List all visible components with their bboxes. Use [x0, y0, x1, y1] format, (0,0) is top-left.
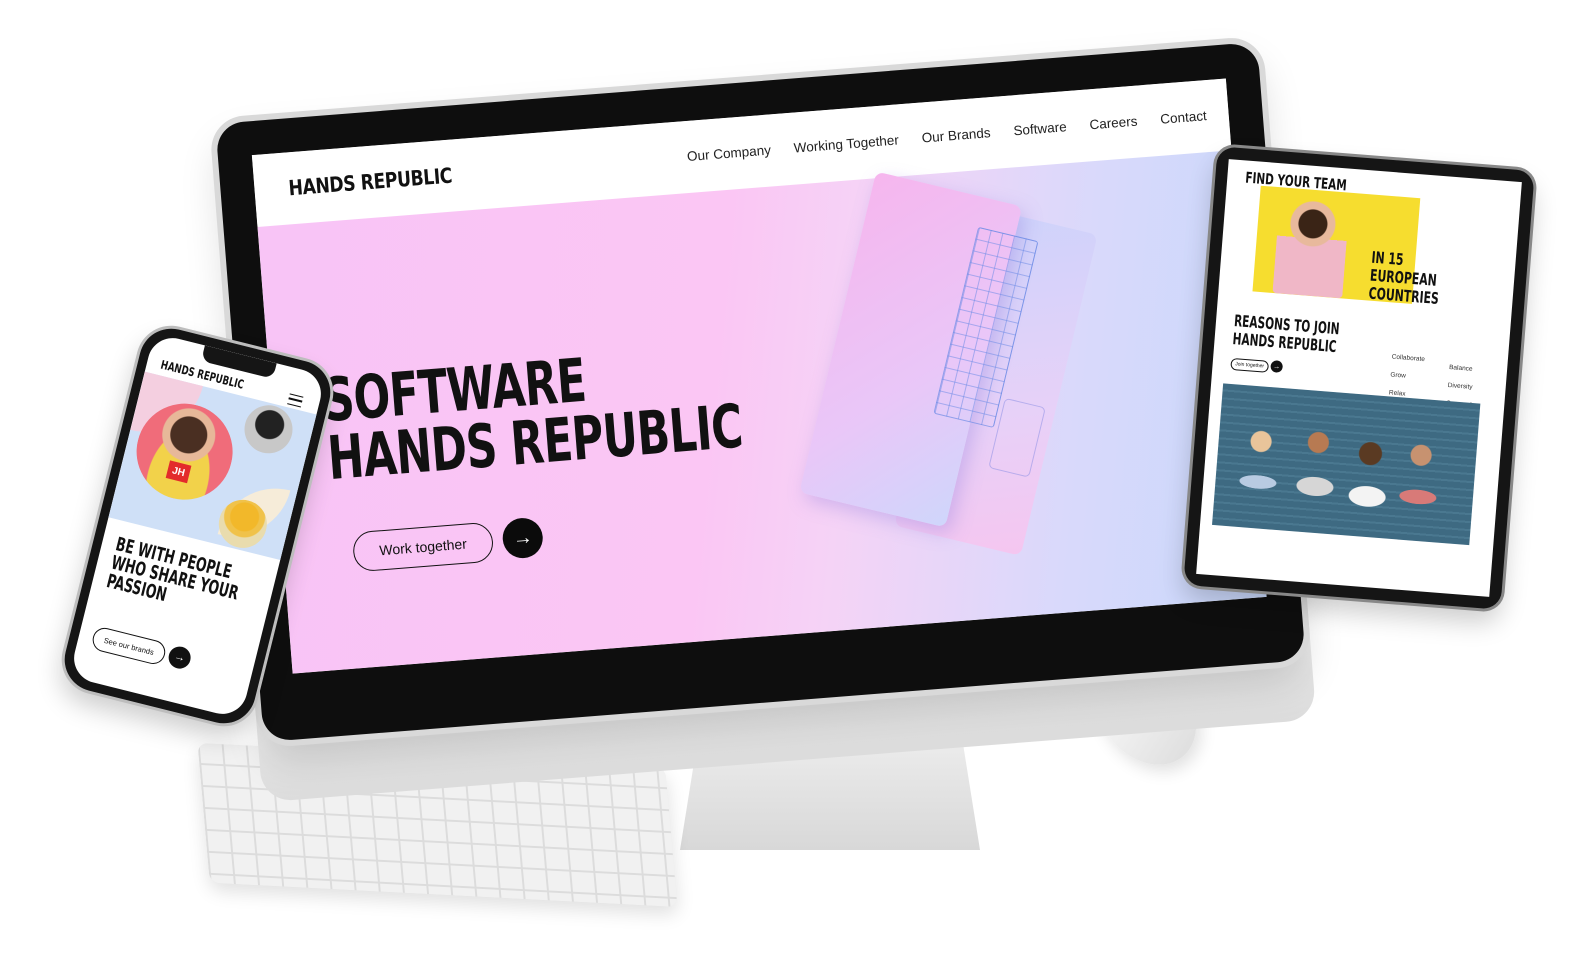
tablet-countries: IN 15 EUROPEAN COUNTRIES — [1368, 248, 1470, 311]
nav-contact[interactable]: Contact — [1160, 108, 1208, 127]
main-nav: Our Company Working Together Our Brands … — [686, 108, 1207, 164]
desktop-monitor: HANDS REPUBLIC Our Company Working Toget… — [215, 41, 1317, 803]
tablet-join-button[interactable]: Join together — [1230, 357, 1270, 373]
nav-our-company[interactable]: Our Company — [686, 142, 771, 164]
arrow-right-icon[interactable]: → — [501, 516, 545, 560]
reason-item: Diversity — [1447, 381, 1473, 391]
work-together-button[interactable]: Work together — [351, 521, 495, 573]
arrow-right-icon[interactable]: → — [1270, 360, 1284, 373]
desktop-screen: HANDS REPUBLIC Our Company Working Toget… — [251, 78, 1267, 674]
nav-our-brands[interactable]: Our Brands — [921, 125, 991, 145]
laptop-illustration — [792, 171, 1100, 576]
see-our-brands-button[interactable]: See our brands — [90, 625, 168, 667]
site-logo[interactable]: HANDS REPUBLIC — [288, 164, 453, 201]
arrow-right-icon[interactable]: → — [166, 644, 193, 671]
phone-headline: BE WITH PEOPLE WHO SHARE YOUR PASSION — [104, 533, 245, 622]
reason-item: Balance — [1448, 364, 1473, 373]
nav-software[interactable]: Software — [1013, 119, 1067, 138]
hero-section: SOFTWARE HANDS REPUBLIC Work together → — [257, 150, 1267, 674]
tablet-reasons-title: REASONS TO JOIN HANDS REPUBLIC — [1232, 311, 1340, 356]
nav-careers[interactable]: Careers — [1089, 114, 1138, 133]
cheering-woman-image — [1272, 197, 1350, 299]
nav-working-together[interactable]: Working Together — [793, 132, 899, 155]
team-people-image — [1227, 410, 1457, 544]
hamburger-menu-icon[interactable] — [287, 393, 304, 408]
tablet-device: FIND YOUR TEAM IN 15 EUROPEAN COUNTRIES … — [1183, 146, 1535, 610]
photographer-portrait-image — [239, 400, 298, 459]
tablet-screen: FIND YOUR TEAM IN 15 EUROPEAN COUNTRIES … — [1196, 159, 1522, 597]
hero-title: SOFTWARE HANDS REPUBLIC — [321, 340, 745, 494]
phone-collage: JH — [108, 371, 317, 561]
